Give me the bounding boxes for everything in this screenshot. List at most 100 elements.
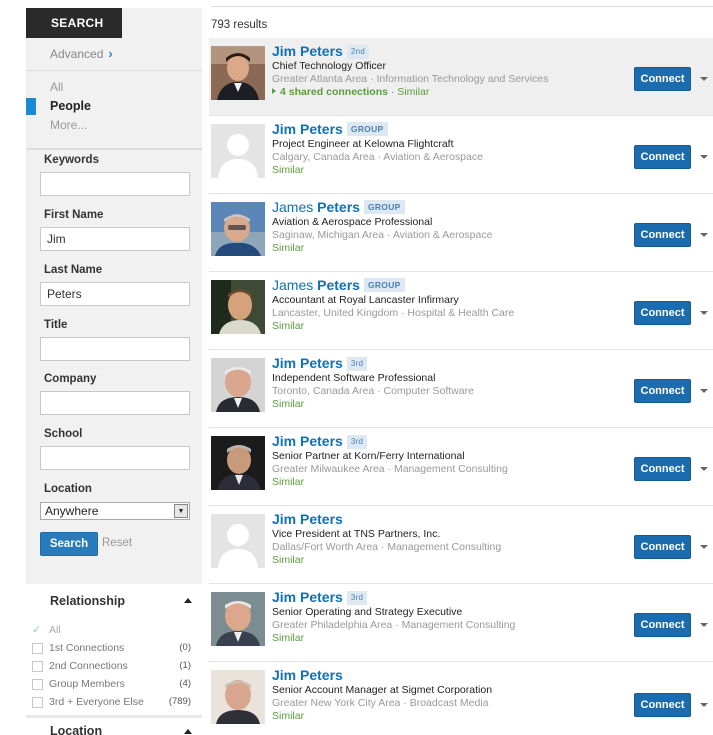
connect-button[interactable]: Connect bbox=[634, 613, 691, 637]
collapse-caret-icon[interactable] bbox=[184, 598, 192, 603]
nav-item-people[interactable]: People bbox=[26, 97, 202, 116]
profile-photo[interactable] bbox=[211, 358, 265, 412]
chevron-down-icon[interactable] bbox=[700, 703, 708, 707]
similar-link[interactable]: Similar bbox=[272, 476, 304, 488]
result-name-link[interactable]: Jim Peters 3rd bbox=[272, 589, 368, 605]
location-label: Location bbox=[44, 483, 92, 495]
connect-button[interactable]: Connect bbox=[634, 301, 691, 325]
result-name-link[interactable]: Jim Peters 3rd bbox=[272, 355, 368, 371]
relationship-option-all[interactable]: ✓ All bbox=[32, 623, 197, 641]
result-meta: Calgary, Canada Area · Aviation & Aerosp… bbox=[272, 151, 483, 163]
chevron-down-icon[interactable] bbox=[700, 389, 708, 393]
similar-link[interactable]: Similar bbox=[272, 398, 304, 410]
search-button[interactable]: Search bbox=[40, 532, 98, 556]
checkbox[interactable] bbox=[32, 679, 43, 690]
connect-button[interactable]: Connect bbox=[634, 457, 691, 481]
connect-button[interactable]: Connect bbox=[634, 379, 691, 403]
similar-link[interactable]: Similar bbox=[272, 164, 304, 176]
result-item: Jim Peters Senior Account Manager at Sig… bbox=[209, 662, 713, 735]
result-meta: Greater Atlanta Area · Information Techn… bbox=[272, 73, 549, 85]
chevron-down-icon[interactable] bbox=[700, 623, 708, 627]
collapse-caret-icon[interactable] bbox=[184, 729, 192, 734]
group-badge: GROUP bbox=[363, 278, 405, 292]
result-name-link[interactable]: James Peters GROUP bbox=[272, 199, 405, 215]
checkbox-checked-icon[interactable]: ✓ bbox=[32, 625, 43, 636]
results-count: 793 results bbox=[211, 19, 268, 31]
search-tab[interactable]: SEARCH bbox=[26, 8, 122, 38]
connect-button[interactable]: Connect bbox=[634, 693, 691, 717]
nav-item-all[interactable]: All bbox=[26, 78, 202, 97]
profile-photo-placeholder[interactable] bbox=[211, 124, 265, 178]
degree-badge: 3rd bbox=[346, 435, 368, 449]
similar-link[interactable]: Similar bbox=[272, 710, 304, 722]
keywords-input[interactable] bbox=[40, 172, 190, 196]
profile-photo[interactable] bbox=[211, 46, 265, 100]
result-item: Jim Peters 3rd Senior Operating and Strat… bbox=[209, 584, 713, 662]
first-name: Jim bbox=[272, 433, 297, 449]
first-name-label: First Name bbox=[44, 209, 104, 221]
result-headline: Chief Technology Officer bbox=[272, 60, 387, 72]
location-select[interactable]: Anywhere ▼ bbox=[40, 502, 190, 520]
connect-button[interactable]: Connect bbox=[634, 223, 691, 247]
last-name-input[interactable] bbox=[40, 282, 190, 306]
last-name: Peters bbox=[300, 433, 343, 449]
result-name-link[interactable]: Jim Peters bbox=[272, 511, 343, 527]
similar-link[interactable]: Similar bbox=[272, 632, 304, 644]
checkbox[interactable] bbox=[32, 643, 43, 654]
relationship-option-1st[interactable]: 1st Connections (0) bbox=[32, 641, 197, 659]
title-input[interactable] bbox=[40, 337, 190, 361]
nav-item-more[interactable]: More... bbox=[26, 116, 202, 135]
chevron-down-icon[interactable] bbox=[700, 77, 708, 81]
connect-button[interactable]: Connect bbox=[634, 67, 691, 91]
result-meta: Toronto, Canada Area · Computer Software bbox=[272, 385, 474, 397]
result-meta: Greater New York City Area · Broadcast M… bbox=[272, 697, 489, 709]
advanced-search-link[interactable]: Advanced › bbox=[50, 46, 113, 61]
relationship-option-count: (789) bbox=[168, 696, 191, 707]
checkbox[interactable] bbox=[32, 697, 43, 708]
chevron-down-icon[interactable] bbox=[700, 155, 708, 159]
shared-connections-row: 4 shared connections · Similar bbox=[272, 86, 429, 98]
profile-photo[interactable] bbox=[211, 436, 265, 490]
chevron-down-icon[interactable] bbox=[700, 467, 708, 471]
result-meta: Greater Philadelphia Area · Management C… bbox=[272, 619, 516, 631]
last-name: Peters bbox=[300, 667, 343, 683]
chevron-down-icon[interactable] bbox=[700, 545, 708, 549]
result-meta: Dallas/Fort Worth Area · Management Cons… bbox=[272, 541, 502, 553]
similar-link[interactable]: Similar bbox=[272, 242, 304, 254]
profile-photo[interactable] bbox=[211, 280, 265, 334]
degree-badge: 3rd bbox=[346, 591, 368, 605]
chevron-right-icon: › bbox=[108, 46, 113, 61]
result-name-link[interactable]: Jim Peters 2nd bbox=[272, 43, 370, 59]
degree-badge: 2nd bbox=[346, 45, 370, 59]
profile-photo[interactable] bbox=[211, 592, 265, 646]
reset-link[interactable]: Reset bbox=[102, 537, 132, 549]
chevron-down-icon[interactable] bbox=[700, 311, 708, 315]
checkbox[interactable] bbox=[32, 661, 43, 672]
first-name: Jim bbox=[272, 589, 297, 605]
connect-button[interactable]: Connect bbox=[634, 535, 691, 559]
company-input[interactable] bbox=[40, 391, 190, 415]
chevron-down-icon[interactable] bbox=[700, 233, 708, 237]
shared-connections-link[interactable]: 4 shared connections bbox=[280, 86, 388, 98]
expand-triangle-icon[interactable] bbox=[272, 88, 276, 94]
result-item: Jim Peters GROUP Project Engineer at Kelo… bbox=[209, 116, 713, 194]
result-headline: Accountant at Royal Lancaster Infirmary bbox=[272, 294, 459, 306]
result-name-link[interactable]: James Peters GROUP bbox=[272, 277, 405, 293]
profile-photo-placeholder[interactable] bbox=[211, 514, 265, 568]
relationship-option-2nd[interactable]: 2nd Connections (1) bbox=[32, 659, 197, 677]
last-name: Peters bbox=[300, 121, 343, 137]
similar-link[interactable]: Similar bbox=[397, 86, 429, 98]
result-name-link[interactable]: Jim Peters bbox=[272, 667, 343, 683]
result-name-link[interactable]: Jim Peters 3rd bbox=[272, 433, 368, 449]
relationship-option-group[interactable]: Group Members (4) bbox=[32, 677, 197, 695]
first-name-input[interactable] bbox=[40, 227, 190, 251]
result-name-link[interactable]: Jim Peters GROUP bbox=[272, 121, 388, 137]
profile-photo[interactable] bbox=[211, 670, 265, 724]
similar-link[interactable]: Similar bbox=[272, 554, 304, 566]
school-input[interactable] bbox=[40, 446, 190, 470]
connect-button[interactable]: Connect bbox=[634, 145, 691, 169]
profile-photo[interactable] bbox=[211, 202, 265, 256]
similar-link[interactable]: Similar bbox=[272, 320, 304, 332]
active-indicator bbox=[26, 98, 36, 115]
relationship-option-3rd[interactable]: 3rd + Everyone Else (789) bbox=[32, 695, 197, 713]
